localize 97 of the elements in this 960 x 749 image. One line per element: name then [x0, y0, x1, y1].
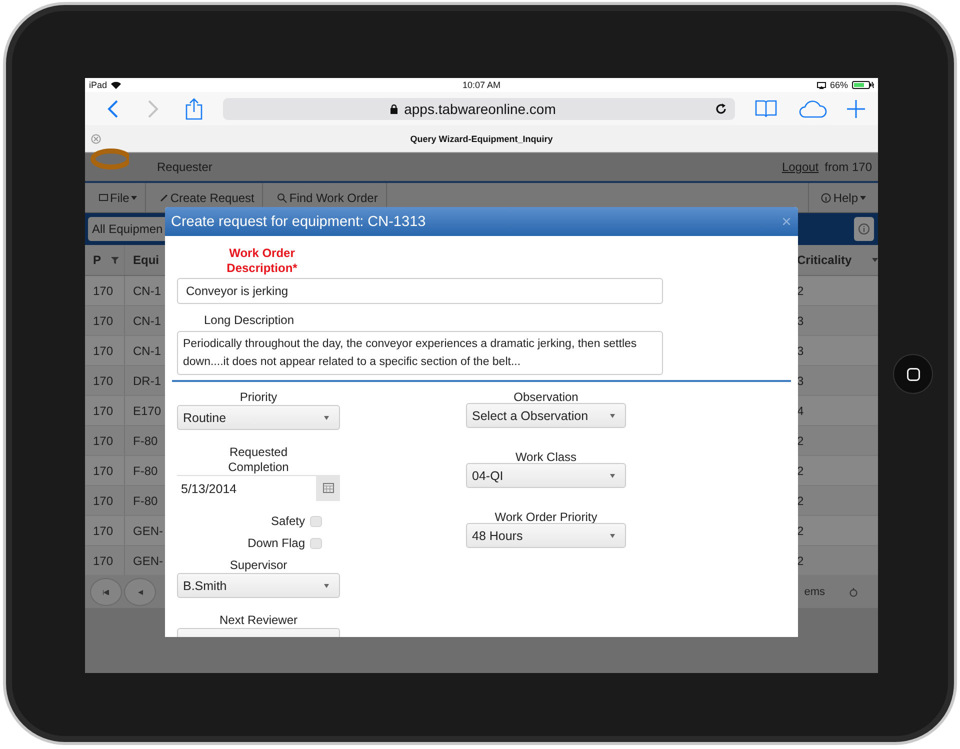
home-icon: [906, 368, 920, 380]
table-cell: DR-1: [133, 374, 162, 388]
search-icon: [277, 192, 288, 202]
address-bar[interactable]: apps.tabwareonline.com: [223, 98, 735, 120]
table-cell: 170: [93, 314, 114, 328]
table-cell: 3: [797, 344, 804, 358]
close-icon[interactable]: [783, 218, 790, 225]
checkbox-label: Safety: [270, 514, 305, 528]
browser-tab[interactable]: Query Wizard-Equipment_Inquiry: [85, 125, 878, 153]
table-cell: 170: [93, 284, 114, 298]
table-cell: 170: [93, 524, 114, 538]
table-cell: F-80: [133, 464, 158, 478]
first-page-button[interactable]: [90, 578, 122, 606]
cloud-icon[interactable]: [799, 100, 827, 118]
battery-percent: 66%: [830, 80, 848, 90]
field-label: Work Order Description*: [226, 246, 298, 276]
info-button[interactable]: [854, 217, 874, 241]
filter-icon[interactable]: [111, 256, 120, 264]
select-field[interactable]: Routine: [177, 405, 340, 430]
document-icon: [99, 194, 108, 201]
caret-icon: [610, 534, 615, 538]
table-cell: GEN-: [133, 524, 163, 538]
table-cell: CN-1: [133, 314, 162, 328]
table-cell: 2: [797, 434, 804, 448]
field-label: Next Reviewer: [219, 613, 298, 628]
pencil-icon: [160, 194, 168, 202]
table-cell: 170: [93, 404, 114, 418]
table-cell: 170: [93, 374, 114, 388]
back-icon[interactable]: [107, 100, 119, 118]
wifi-icon: [111, 81, 122, 89]
table-cell: F-80: [133, 494, 158, 508]
previous-page-icon: [138, 590, 142, 594]
select-field[interactable]: 04-QI: [466, 463, 626, 488]
checkbox[interactable]: [310, 516, 322, 526]
field-label: Work Class: [515, 450, 577, 465]
screen-mirror-icon: [816, 82, 826, 88]
table-cell: 2: [797, 494, 804, 508]
caret-icon: [610, 414, 615, 418]
select-field[interactable]: Select a Observation: [466, 403, 626, 428]
table-cell: F-80: [133, 434, 158, 448]
checkbox-label: Down Flag: [248, 536, 305, 550]
first-page-icon: [103, 590, 109, 594]
calendar-button[interactable]: [316, 475, 340, 501]
clock-time: 10:07 AM: [461, 80, 502, 90]
reload-icon[interactable]: [715, 102, 727, 114]
book-icon[interactable]: [755, 100, 777, 118]
table-cell: 2: [797, 524, 804, 538]
table-cell: 170: [93, 344, 114, 358]
url-text: apps.tabwareonline.com: [404, 100, 556, 116]
table-cell: E170: [133, 404, 162, 418]
table-cell: CN-1: [133, 344, 162, 358]
close-icon[interactable]: [91, 134, 101, 144]
table-cell: 170: [93, 434, 114, 448]
field-label: Supervisor: [230, 558, 288, 573]
table-cell: 170: [93, 494, 114, 508]
column-header[interactable]: P: [93, 253, 102, 267]
home-button[interactable]: [893, 354, 933, 394]
select-field[interactable]: B.Smith: [177, 573, 340, 598]
table-cell: 170: [93, 554, 114, 568]
app-role: Requester: [157, 160, 212, 174]
field-label: Long Description: [202, 313, 296, 328]
caret-icon: [324, 584, 329, 588]
caret-icon: [610, 474, 615, 478]
new-tab-icon[interactable]: [847, 100, 865, 118]
description-field[interactable]: Conveyor is jerking: [177, 278, 663, 304]
share-icon[interactable]: [185, 98, 203, 120]
column-header[interactable]: Equi: [133, 253, 159, 267]
info-icon: [821, 192, 832, 202]
caret-icon[interactable]: [872, 258, 878, 262]
field-label: Work Order Priority: [494, 510, 598, 525]
refresh-icon[interactable]: [849, 588, 858, 596]
column-header[interactable]: Criticality: [797, 253, 852, 267]
caret-icon: [324, 416, 329, 420]
info-icon: [858, 223, 870, 235]
table-cell: 2: [797, 284, 804, 298]
menu-item[interactable]: File: [85, 183, 146, 212]
table-cell: 2: [797, 554, 804, 568]
item-count-text: ems: [804, 586, 825, 598]
table-cell: 2: [797, 464, 804, 478]
lock-icon: [390, 104, 398, 114]
table-cell: GEN-: [133, 554, 163, 568]
menu-item[interactable]: Help: [808, 183, 878, 212]
device-name: iPad: [89, 80, 108, 90]
table-cell: 4: [797, 404, 804, 418]
location-text: from 170: [824, 160, 872, 174]
table-cell: 170: [93, 464, 114, 478]
table-cell: 3: [797, 314, 804, 328]
calendar-icon: [322, 483, 334, 493]
long-description-field[interactable]: Periodically throughout the day, the conveyor experiences a dramatic jerking, then settles down....it does not appear related to a specific section of the belt...: [177, 331, 663, 375]
battery-icon: [852, 81, 874, 89]
field-label: Requested Completion: [227, 445, 290, 475]
checkbox[interactable]: [310, 538, 322, 548]
table-cell: 3: [797, 374, 804, 388]
table-cell: CN-1: [133, 284, 162, 298]
field-label: Observation: [514, 390, 578, 405]
field-label: Priority: [240, 390, 278, 405]
select-field[interactable]: 48 Hours: [466, 523, 626, 548]
